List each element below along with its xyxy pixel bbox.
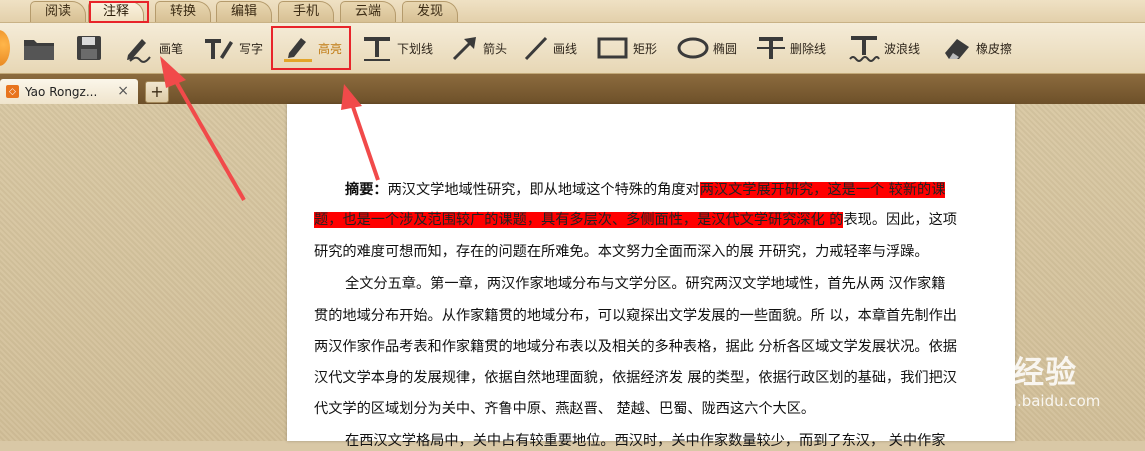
annotation-arrowhead-icon — [341, 84, 362, 110]
annotation-arrow-highlight — [350, 103, 380, 181]
annotation-arrowhead-icon — [160, 56, 186, 88]
annotation-arrow-pen — [172, 77, 246, 201]
watermark-brand: 经验 — [1013, 355, 1077, 391]
baidu-paw-icon — [966, 321, 1011, 369]
watermark-url: jingyan.baidu.com — [962, 392, 1101, 410]
